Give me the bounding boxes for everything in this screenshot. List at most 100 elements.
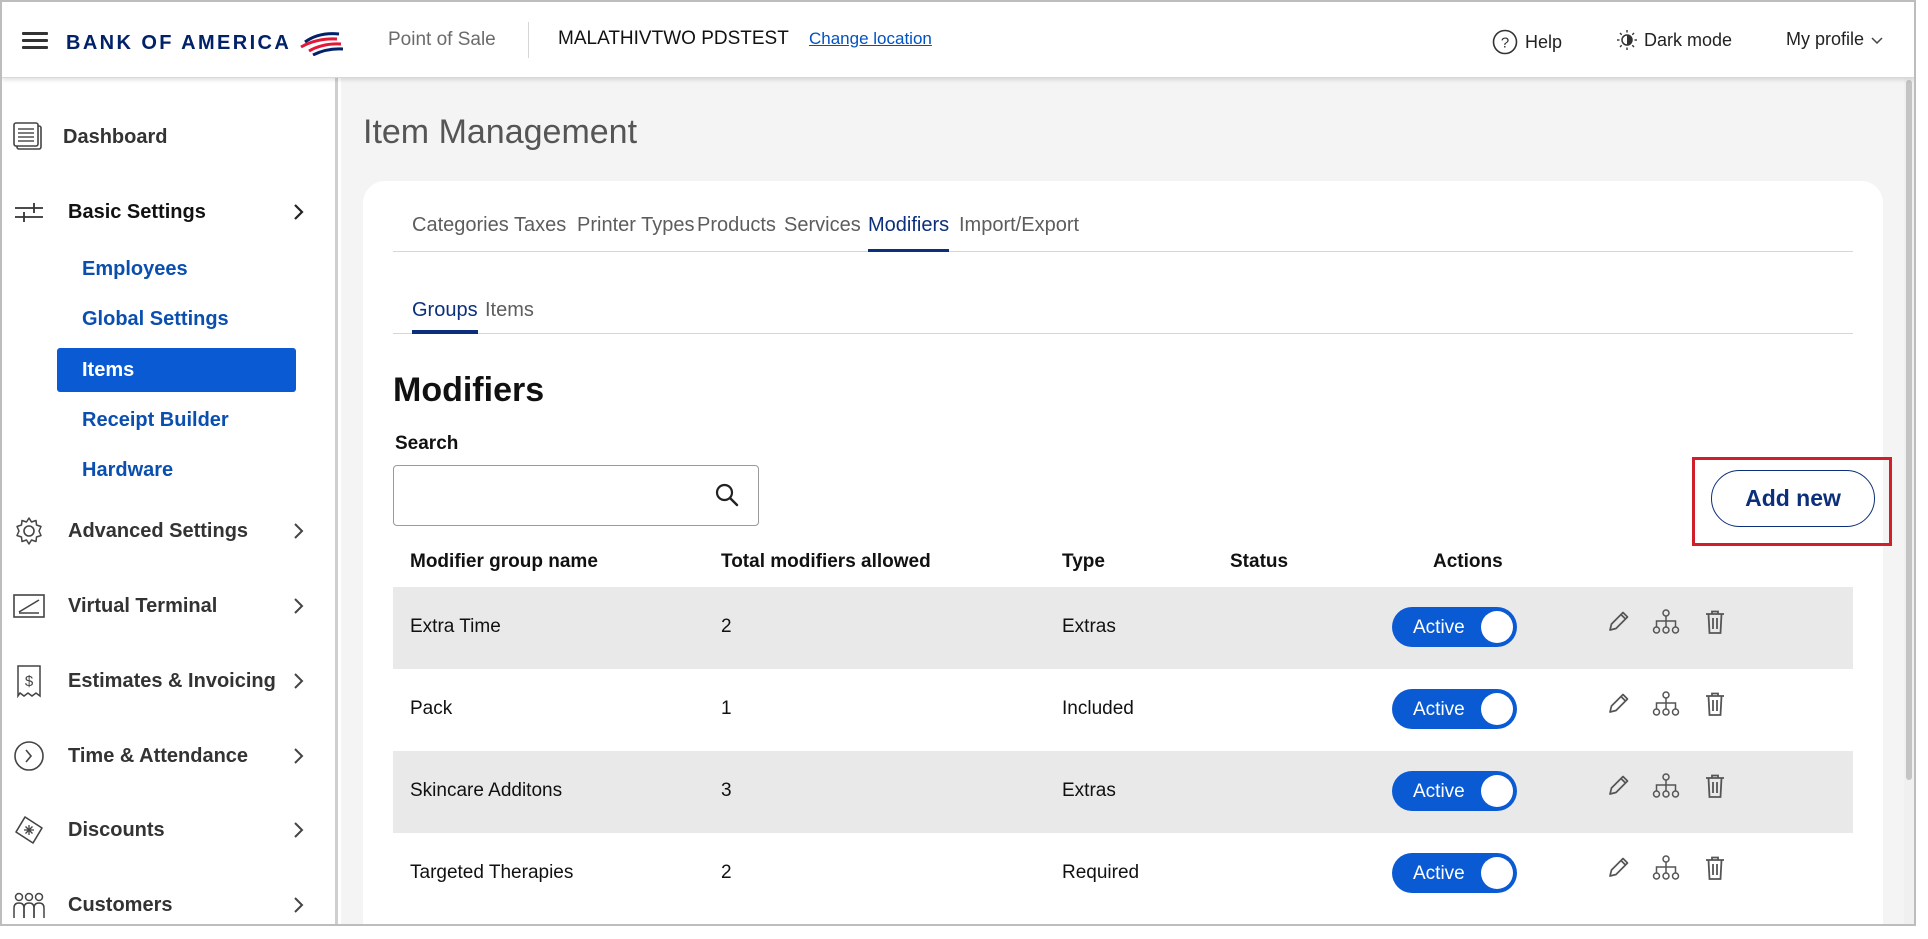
dark-mode-toggle[interactable]: Dark mode	[1616, 29, 1732, 51]
brand-name: BANK OF AMERICA	[66, 31, 292, 54]
column-header-total: Total modifiers allowed	[721, 551, 931, 572]
sidebar-subitem-receipt-builder[interactable]: Receipt Builder	[82, 409, 229, 432]
sidebar-item-label: Dashboard	[63, 125, 168, 148]
merchant-name: MALATHIVTWO PDSTEST	[558, 28, 789, 49]
menu-icon[interactable]	[22, 32, 48, 50]
change-location-link[interactable]: Change location	[809, 29, 932, 49]
sidebar-subitem-global-settings[interactable]: Global Settings	[82, 308, 229, 331]
status-toggle[interactable]: Active	[1392, 607, 1517, 647]
status-label: Active	[1413, 781, 1465, 802]
trash-icon[interactable]	[1700, 607, 1730, 637]
profile-label: My profile	[1786, 29, 1865, 49]
cell-type: Required	[1062, 862, 1140, 883]
edit-icon[interactable]	[1603, 853, 1633, 883]
gear-icon	[12, 514, 46, 548]
search-label: Search	[395, 433, 459, 454]
subtab-groups[interactable]: Groups	[412, 299, 478, 334]
flag-logo-icon	[300, 32, 344, 56]
terminal-icon	[12, 589, 46, 623]
tab-products[interactable]: Products	[697, 214, 776, 252]
sidebar-subitem-hardware[interactable]: Hardware	[82, 459, 173, 482]
sidebar-subitem-employees[interactable]: Employees	[82, 258, 188, 281]
sidebar-item-virtual-terminal[interactable]: Virtual Terminal	[2, 581, 322, 631]
search-field[interactable]	[393, 465, 759, 526]
invoice-icon: $	[12, 664, 46, 698]
column-header-name: Modifier group name	[410, 551, 598, 572]
chevron-right-icon	[294, 523, 304, 539]
tab-taxes[interactable]: Taxes	[514, 214, 566, 252]
section-title: Modifiers	[393, 371, 545, 409]
cell-total: 2	[721, 616, 732, 637]
app-window: BANK OF AMERICA Point of Sale MALATHIVTW…	[0, 0, 1916, 926]
bank-logo[interactable]: BANK OF AMERICA	[66, 28, 344, 58]
page-scrollbar[interactable]	[1904, 78, 1914, 924]
status-toggle[interactable]: Active	[1392, 771, 1517, 811]
status-toggle[interactable]: Active	[1392, 853, 1517, 893]
search-input[interactable]	[406, 480, 706, 512]
cell-name: Extra Time	[410, 616, 501, 637]
chevron-right-icon	[294, 748, 304, 764]
cell-type: Included	[1062, 698, 1134, 719]
svg-text:?: ?	[1501, 35, 1509, 52]
sidebar-item-label: Discounts	[68, 818, 165, 841]
sidebar-subitem-items[interactable]: Items	[57, 348, 296, 392]
tab-modifiers[interactable]: Modifiers	[868, 214, 950, 252]
add-new-button[interactable]: Add new	[1711, 470, 1875, 527]
table-header: Modifier group name Total modifiers allo…	[393, 547, 1853, 587]
hierarchy-icon[interactable]	[1651, 853, 1681, 883]
dark-mode-label: Dark mode	[1644, 29, 1733, 50]
content-card: Categories Taxes Printer Types Products …	[363, 181, 1892, 924]
sidebar-item-discounts[interactable]: Discounts	[2, 805, 322, 855]
cell-total: 3	[721, 780, 732, 801]
tab-import-export[interactable]: Import/Export	[959, 214, 1079, 252]
sidebar-item-estimates-invoicing[interactable]: $ Estimates & Invoicing	[2, 656, 322, 706]
item-management-tabs: Categories Taxes Printer Types Products …	[393, 214, 1853, 252]
trash-icon[interactable]	[1700, 853, 1730, 883]
cell-total: 2	[721, 862, 732, 883]
sidebar-item-basic-settings[interactable]: Basic Settings	[2, 187, 322, 237]
my-profile-menu[interactable]: My profile	[1786, 29, 1884, 50]
subtab-items[interactable]: Items	[485, 299, 534, 334]
trash-icon[interactable]	[1700, 689, 1730, 719]
search-icon[interactable]	[714, 482, 740, 508]
edit-icon[interactable]	[1603, 771, 1633, 801]
sidebar-item-label: Virtual Terminal	[68, 594, 218, 617]
help-label: Help	[1525, 31, 1563, 52]
tab-categories[interactable]: Categories	[412, 214, 509, 252]
tab-services[interactable]: Services	[784, 214, 861, 252]
chevron-down-icon	[1871, 36, 1883, 44]
clock-icon	[12, 739, 46, 773]
app-name: Point of Sale	[388, 29, 496, 50]
page-title: Item Management	[363, 113, 638, 151]
sidebar-item-label: Estimates & Invoicing	[68, 669, 276, 692]
modifier-subtabs: Groups Items	[393, 299, 1853, 334]
table-row: Extra Time 2 Extras Active	[393, 587, 1853, 669]
sliders-icon	[12, 195, 46, 229]
sidebar-item-dashboard[interactable]: Dashboard	[2, 112, 322, 162]
edit-icon[interactable]	[1603, 689, 1633, 719]
status-label: Active	[1413, 699, 1465, 720]
chevron-right-icon	[294, 598, 304, 614]
edit-icon[interactable]	[1603, 607, 1633, 637]
hierarchy-icon[interactable]	[1651, 689, 1681, 719]
help-button[interactable]: ? Help	[1492, 29, 1562, 55]
header-divider	[528, 22, 529, 58]
hierarchy-icon[interactable]	[1651, 607, 1681, 637]
trash-icon[interactable]	[1700, 771, 1730, 801]
status-toggle[interactable]: Active	[1392, 689, 1517, 729]
tab-printer-types[interactable]: Printer Types	[577, 214, 694, 252]
sidebar-item-advanced-settings[interactable]: Advanced Settings	[2, 506, 322, 556]
main-content: Item Management Categories Taxes Printer…	[341, 78, 1914, 924]
column-header-actions: Actions	[1433, 551, 1503, 572]
status-label: Active	[1413, 617, 1465, 638]
sidebar-item-time-attendance[interactable]: Time & Attendance	[2, 731, 322, 781]
hierarchy-icon[interactable]	[1651, 771, 1681, 801]
sidebar-item-label: Advanced Settings	[68, 519, 249, 542]
sidebar-item-customers[interactable]: Customers	[2, 880, 322, 924]
dark-mode-icon	[1617, 30, 1637, 50]
cell-name: Skincare Additons	[410, 780, 563, 801]
add-new-highlight: Add new	[1692, 457, 1892, 546]
top-bar: BANK OF AMERICA Point of Sale MALATHIVTW…	[2, 2, 1914, 78]
cell-total: 1	[721, 698, 732, 719]
table-row: Pack 1 Included Active	[393, 669, 1853, 751]
